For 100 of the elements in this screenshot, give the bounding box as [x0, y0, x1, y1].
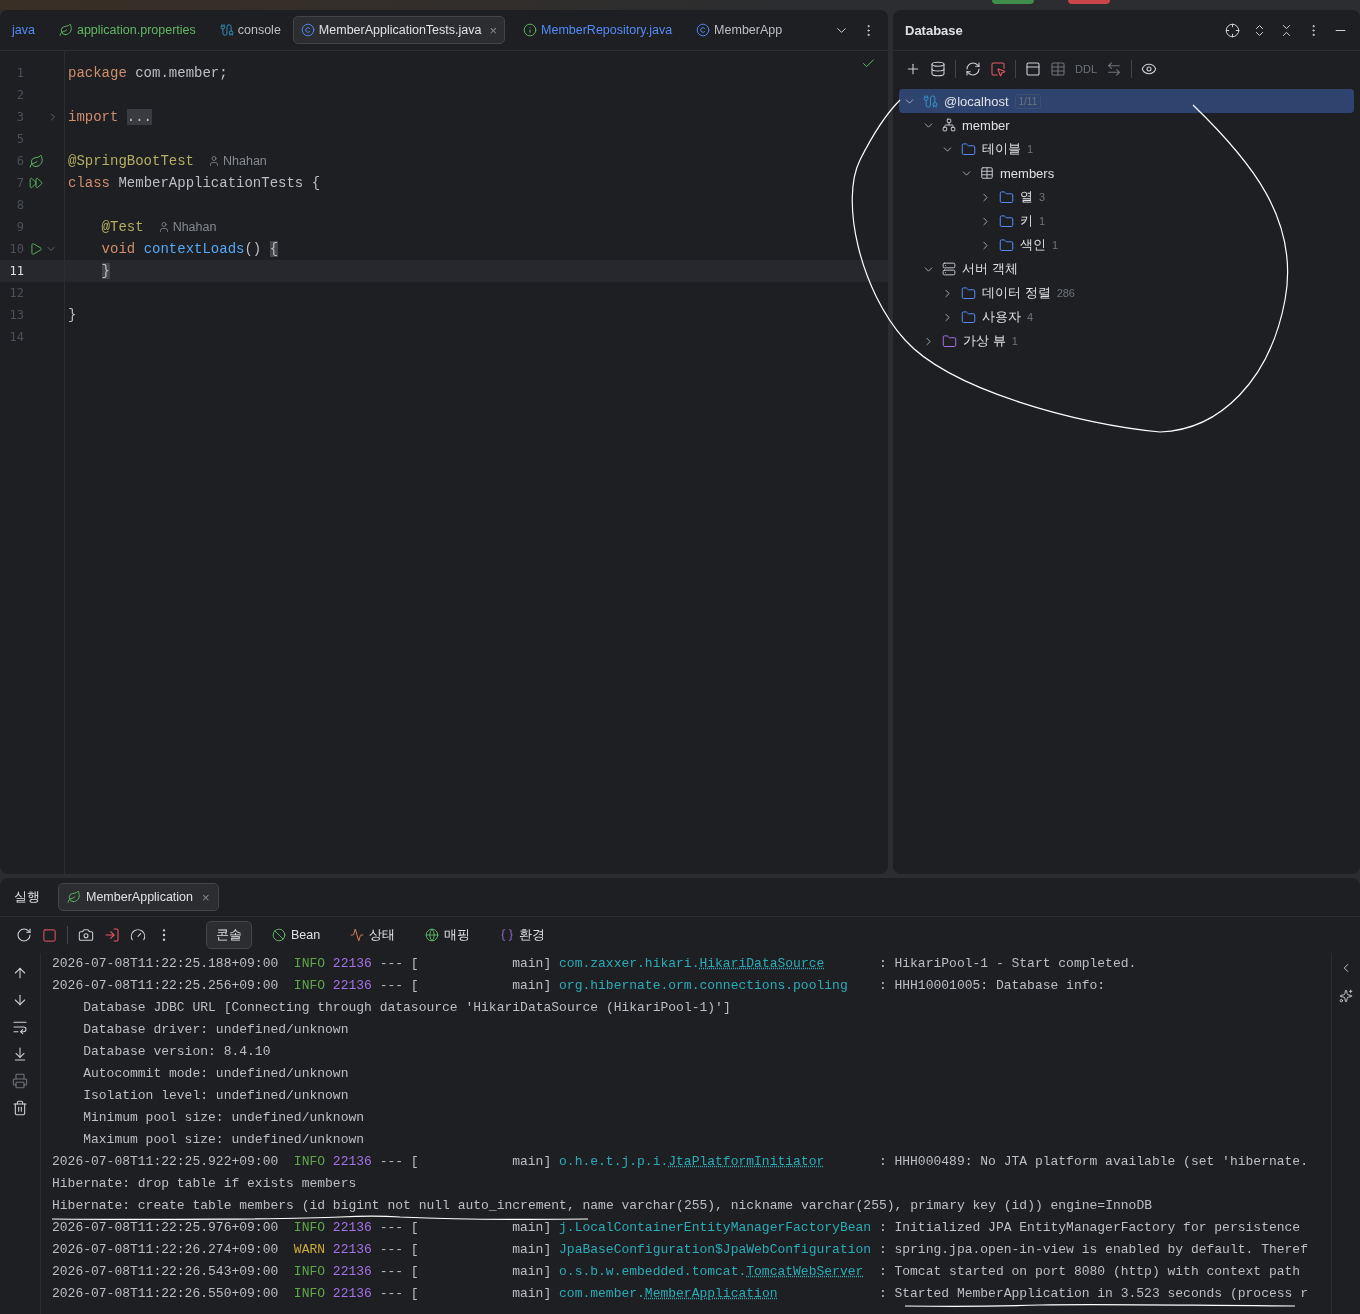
view-tab[interactable]: 환경 — [490, 921, 556, 950]
log-line: Database version: 8.4.10 — [82, 1044, 272, 1061]
process-id: 22136 — [332, 1154, 372, 1171]
close-tab-button[interactable]: × — [489, 22, 498, 38]
tree-item[interactable]: members — [899, 161, 1354, 185]
tree-item[interactable]: 서버 객체 — [899, 257, 1354, 281]
folder-icon — [961, 309, 976, 325]
log-level: INFO — [293, 1264, 326, 1281]
logger-name[interactable]: org.hibernate.orm.connections.pooling — [559, 978, 848, 995]
tree-item-label: 열 — [1020, 188, 1033, 206]
class-icon — [300, 23, 315, 37]
trash-icon[interactable] — [12, 1100, 28, 1117]
item-count: 1 — [1039, 215, 1046, 227]
editor-tab[interactable]: MemberApp — [684, 16, 795, 44]
editor-tab[interactable]: console — [207, 16, 293, 44]
item-count: 4 — [1027, 311, 1034, 323]
assistant-icon[interactable] — [1339, 989, 1353, 1004]
log-level: INFO — [293, 1220, 326, 1237]
view-tab[interactable]: Bean — [262, 921, 331, 950]
scroll-to-end-icon[interactable] — [12, 1046, 28, 1063]
exit-icon[interactable] — [104, 927, 120, 944]
log-separator: : — [878, 1286, 887, 1303]
line-number: 11 — [8, 264, 24, 278]
tree-item-label: member — [962, 117, 1010, 133]
camera-icon[interactable] — [78, 927, 94, 944]
tree-item[interactable]: 사용자 4 — [899, 305, 1354, 329]
run-all-icon[interactable] — [29, 176, 43, 190]
print-icon[interactable] — [12, 1073, 28, 1090]
logger-name[interactable]: j.LocalContainerEntityManagerFactoryBean — [559, 1220, 872, 1237]
editor-tab[interactable]: java — [0, 16, 47, 44]
run-tab[interactable]: MemberApplication × — [58, 883, 219, 912]
thread-name: main] — [512, 956, 552, 973]
tree-item[interactable]: 키 1 — [899, 209, 1354, 233]
tree-item-label: 사용자 — [982, 308, 1021, 326]
log-message: spring.jpa.open-in-view is enabled by default. Theref — [894, 1242, 1308, 1259]
soft-wrap-icon[interactable] — [12, 1019, 28, 1036]
log-line: Minimum pool size: undefined/unknown — [82, 1110, 366, 1127]
folder-icon — [942, 333, 957, 349]
logger-name[interactable]: JpaBaseConfiguration$JpaWebConfiguration — [559, 1242, 872, 1259]
tree-item[interactable]: 색인 1 — [899, 233, 1354, 257]
author-hint: Nhahan — [223, 154, 267, 168]
folder-icon — [999, 237, 1014, 253]
code-line: @SpringBootTest — [68, 153, 195, 169]
log-separator: --- [ — [379, 1264, 419, 1281]
log-level: INFO — [293, 1154, 326, 1171]
tree-item-label: 색인 — [1020, 236, 1046, 254]
log-separator: --- [ — [379, 1154, 419, 1171]
run-icon[interactable] — [29, 242, 43, 256]
pulse-icon — [350, 928, 365, 943]
log-separator: --- [ — [379, 956, 419, 973]
log-message: Initialized JPA EntityManagerFactory for persistence — [894, 1220, 1301, 1237]
editor-tab[interactable]: MemberRepository.java — [511, 16, 685, 44]
tree-item[interactable]: member — [899, 113, 1354, 137]
window-control-icon[interactable] — [992, 0, 1034, 4]
add-icon[interactable] — [905, 61, 921, 77]
code-line: } — [68, 307, 77, 323]
log-line: Isolation level: undefined/unknown — [82, 1088, 350, 1105]
author-hint: Nhahan — [172, 220, 217, 234]
stop-icon[interactable] — [42, 927, 57, 943]
item-count: 1 — [1011, 335, 1018, 347]
thread-name: main] — [512, 1264, 552, 1281]
view-tab[interactable]: 매핑 — [415, 921, 481, 950]
refresh-icon[interactable] — [965, 61, 981, 77]
rerun-icon[interactable] — [16, 927, 32, 944]
tree-item[interactable]: 열 3 — [899, 185, 1354, 209]
view-options-icon[interactable] — [1141, 61, 1157, 77]
locate-icon[interactable] — [1225, 22, 1240, 38]
disconnect-icon[interactable] — [990, 61, 1006, 77]
editor-tab[interactable]: MemberApplicationTests.java × — [292, 16, 506, 44]
log-level: INFO — [293, 978, 326, 995]
tree-item[interactable]: 테이블 1 — [899, 137, 1354, 161]
logger-name[interactable]: com.zaxxer.hikari.HikariDataSource — [559, 956, 825, 973]
editor-tab[interactable]: application.properties — [46, 16, 208, 44]
process-id: 22136 — [332, 1264, 372, 1281]
logger-name[interactable]: o.h.e.t.j.p.i.JtaPlatformInitiator — [559, 1154, 825, 1171]
database-settings-icon[interactable] — [930, 61, 946, 77]
tree-item[interactable]: 데이터 정렬 286 — [899, 281, 1354, 305]
compare-icon[interactable] — [1106, 61, 1122, 77]
console-icon[interactable] — [1025, 61, 1041, 77]
logger-name[interactable]: o.s.b.w.embedded.tomcat.TomcatWebServer — [559, 1264, 864, 1281]
log-message: HHH000489: No JTA platform available (set 'hibernate. — [894, 1154, 1308, 1171]
log-separator: : — [878, 978, 887, 995]
view-tab[interactable]: 콘솔 — [206, 921, 252, 950]
log-message: Started MemberApplication in 3.523 seconds (process r — [894, 1286, 1308, 1303]
logger-name[interactable]: com.member.MemberApplication — [559, 1286, 778, 1303]
tree-item-label: 가상 뷰 — [963, 332, 1006, 350]
view-tab[interactable]: 상태 — [340, 921, 406, 950]
person-icon — [208, 155, 221, 167]
thread-name: main] — [512, 1154, 552, 1171]
table-icon[interactable] — [1050, 61, 1066, 77]
tree-item[interactable]: 가상 뷰 1 — [899, 329, 1354, 353]
ddl-button[interactable]: DDL — [1075, 63, 1097, 75]
process-id: 22136 — [332, 956, 372, 973]
process-id: 22136 — [332, 1242, 372, 1259]
table-icon — [980, 166, 994, 180]
folder-icon — [999, 213, 1014, 229]
tree-item[interactable]: @localhost 1/11 — [899, 89, 1354, 113]
process-id: 22136 — [332, 1286, 372, 1303]
person-icon — [157, 221, 170, 233]
folder-icon — [961, 141, 976, 157]
